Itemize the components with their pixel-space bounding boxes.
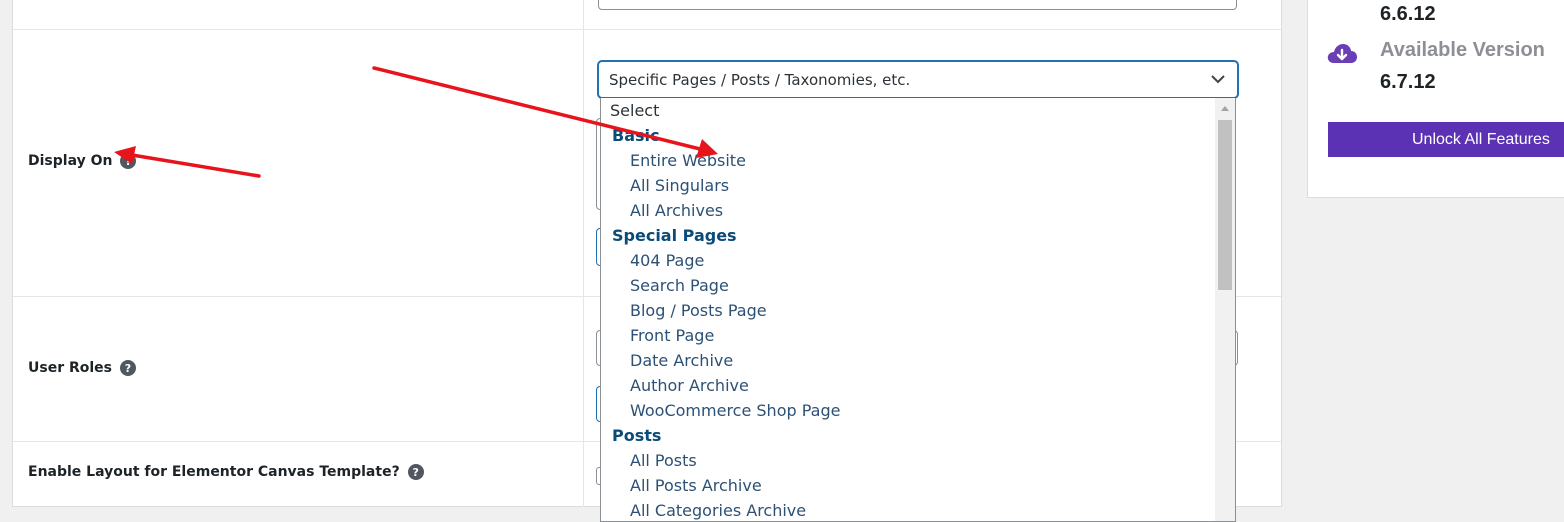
help-icon[interactable]: ? — [407, 464, 424, 480]
elementor-canvas-label: Enable Layout for Elementor Canvas Templ… — [28, 464, 424, 480]
cloud-download-icon — [1327, 44, 1357, 63]
option-entire-website[interactable]: Entire Website — [601, 148, 1215, 173]
option-group-basic: Basic — [612, 126, 660, 145]
scroll-up-arrow-icon[interactable] — [1215, 98, 1235, 118]
option-all-posts[interactable]: All Posts — [601, 448, 1215, 473]
available-version-label: Available Version — [1380, 39, 1545, 61]
dropdown-scrollbar[interactable] — [1215, 98, 1235, 521]
scrollbar-thumb[interactable] — [1218, 120, 1232, 290]
unlock-all-features-button[interactable]: Unlock All Features — [1328, 122, 1564, 157]
text-input[interactable] — [598, 0, 1237, 10]
option-author-archive[interactable]: Author Archive — [601, 373, 1215, 398]
option-all-categories-archive[interactable]: All Categories Archive — [601, 498, 1215, 521]
elementor-canvas-label-text: Enable Layout for Elementor Canvas Templ… — [28, 464, 400, 480]
display-on-select[interactable]: Specific Pages / Posts / Taxonomies, etc… — [598, 61, 1238, 98]
option-woocommerce-shop-page[interactable]: WooCommerce Shop Page — [601, 398, 1215, 423]
option-group-posts: Posts — [612, 426, 662, 445]
option-front-page[interactable]: Front Page — [601, 323, 1215, 348]
dropdown-options: Select Basic Entire Website All Singular… — [601, 98, 1215, 521]
option-404-page[interactable]: 404 Page — [601, 248, 1215, 273]
option-date-archive[interactable]: Date Archive — [601, 348, 1215, 373]
help-icon[interactable]: ? — [120, 153, 137, 169]
available-version: 6.7.12 — [1380, 71, 1436, 93]
current-version: 6.6.12 — [1380, 3, 1436, 25]
display-on-selected-value: Specific Pages / Posts / Taxonomies, etc… — [609, 70, 911, 89]
row-divider — [13, 29, 1281, 30]
option-blog-posts-page[interactable]: Blog / Posts Page — [601, 298, 1215, 323]
dropdown-placeholder[interactable]: Select — [601, 98, 1215, 123]
option-group-special-pages: Special Pages — [612, 226, 737, 245]
display-on-label: Display On ? — [28, 153, 137, 169]
option-all-archives[interactable]: All Archives — [601, 198, 1215, 223]
display-on-dropdown[interactable]: Select Basic Entire Website All Singular… — [600, 98, 1236, 522]
option-all-posts-archive[interactable]: All Posts Archive — [601, 473, 1215, 498]
help-icon[interactable]: ? — [120, 360, 136, 376]
option-search-page[interactable]: Search Page — [601, 273, 1215, 298]
user-roles-label-text: User Roles — [28, 360, 112, 376]
user-roles-label: User Roles ? — [28, 360, 136, 376]
display-on-label-text: Display On — [28, 153, 113, 169]
version-card: 6.6.12 Available Version 6.7.12 Unlock A… — [1307, 0, 1564, 198]
option-all-singulars[interactable]: All Singulars — [601, 173, 1215, 198]
column-divider — [583, 0, 584, 507]
chevron-down-icon — [1209, 71, 1227, 89]
